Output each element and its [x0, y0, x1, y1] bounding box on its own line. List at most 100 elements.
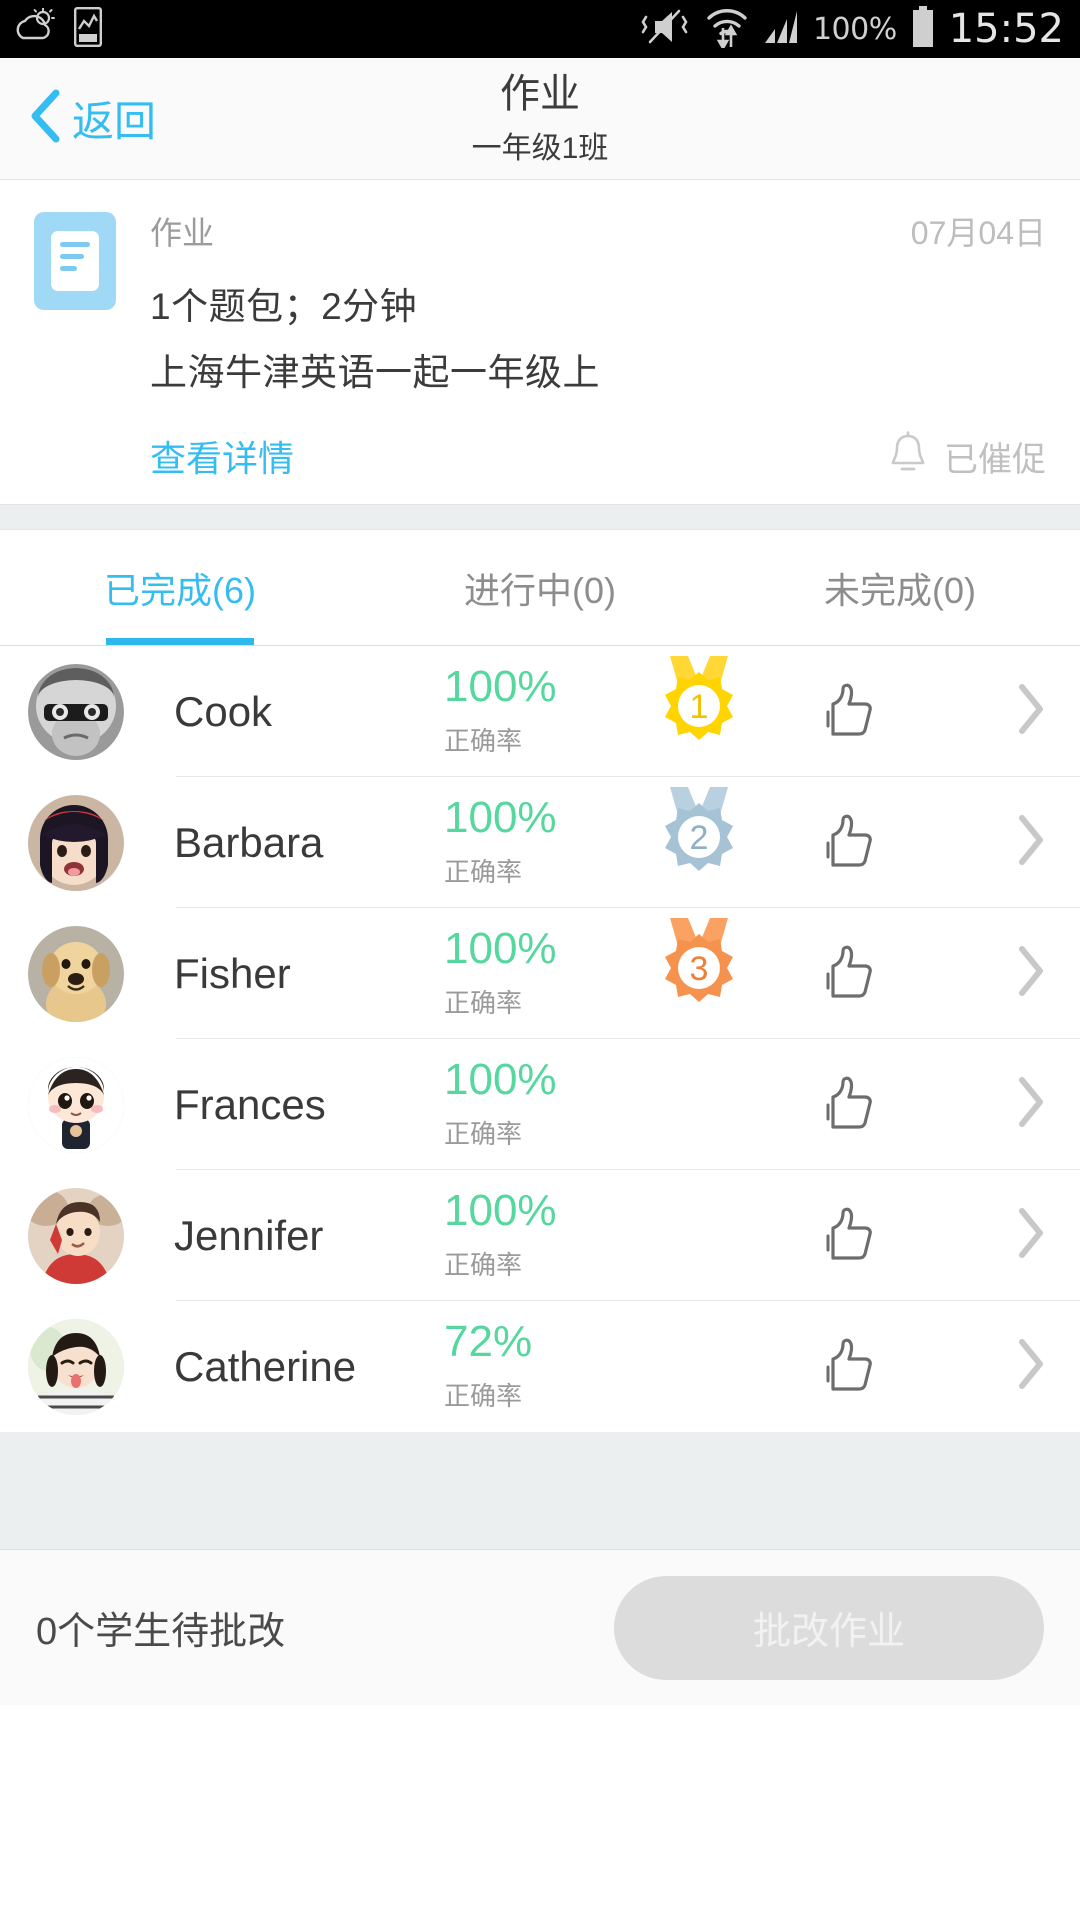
table-row[interactable]: Jennifer 100% 正确率 — [0, 1170, 1080, 1301]
svg-text:3: 3 — [690, 950, 709, 988]
avatar — [28, 1056, 124, 1153]
bell-icon — [886, 430, 930, 482]
section-divider-band — [0, 504, 1080, 530]
grade-homework-button[interactable]: 批改作业 — [614, 1575, 1044, 1680]
pending-count-label: 0个学生待批改 — [36, 1611, 286, 1653]
medal-gold-icon: 1 — [644, 655, 754, 768]
back-button[interactable]: 返回 — [28, 88, 156, 149]
table-row[interactable]: Fisher 100% 正确率 3 — [0, 908, 1080, 1039]
score-group: 100% 正确率 — [444, 1058, 624, 1151]
footer-bar: 0个学生待批改 批改作业 — [0, 1550, 1080, 1705]
accuracy-percent: 100% — [444, 1186, 557, 1235]
row-chevron[interactable] — [1016, 1207, 1046, 1264]
accuracy-label: 正确率 — [444, 726, 523, 756]
thumbs-up-icon — [813, 678, 875, 745]
like-button[interactable] — [774, 1333, 914, 1400]
weather-cloud-sun-icon — [16, 7, 56, 51]
student-name: Cook — [174, 687, 273, 735]
cellular-signal-icon — [763, 9, 799, 50]
medal-slot: 3 — [624, 917, 774, 1030]
tab-completed-label: 已完成(6) — [104, 569, 256, 611]
avatar — [28, 794, 124, 891]
row-chevron[interactable] — [1016, 814, 1046, 871]
nav-title-group: 作业 一年级1班 — [0, 58, 1080, 179]
tab-not-completed[interactable]: 未完成(0) — [720, 530, 1080, 645]
table-row[interactable]: Frances 100% 正确率 — [0, 1039, 1080, 1170]
table-row[interactable]: Cook 100% 正确率 1 — [0, 646, 1080, 777]
chevron-right-icon — [1016, 1338, 1046, 1395]
tab-in-progress[interactable]: 进行中(0) — [360, 530, 720, 645]
page-subtitle: 一年级1班 — [471, 131, 609, 165]
score-group: 100% 正确率 — [444, 796, 624, 889]
status-tabs: 已完成(6) 进行中(0) 未完成(0) — [0, 530, 1080, 646]
student-name: Frances — [174, 1080, 326, 1128]
table-row[interactable]: Barbara 100% 正确率 2 — [0, 777, 1080, 908]
wifi-data-transfer-icon — [705, 6, 749, 53]
like-button[interactable] — [774, 940, 914, 1007]
like-button[interactable] — [774, 1202, 914, 1269]
row-chevron[interactable] — [1016, 1076, 1046, 1133]
avatar — [28, 1187, 124, 1284]
accuracy-percent: 100% — [444, 662, 557, 711]
chevron-right-icon — [1016, 1207, 1046, 1264]
like-button[interactable] — [774, 678, 914, 745]
view-details-link[interactable]: 查看详情 — [150, 430, 294, 482]
nav-bar: 返回 作业 一年级1班 — [0, 58, 1080, 180]
homework-date: 07月04日 — [910, 215, 1046, 251]
avatar — [28, 1318, 124, 1415]
document-lines-icon — [34, 212, 116, 310]
urge-button[interactable]: 已催促 — [886, 430, 1046, 482]
score-group: 100% 正确率 — [444, 665, 624, 758]
medal-slot: 1 — [624, 655, 774, 768]
thumbs-up-icon — [813, 1202, 875, 1269]
homework-kind-label: 作业 — [150, 215, 215, 251]
back-label: 返回 — [72, 98, 157, 145]
tab-completed[interactable]: 已完成(6) — [0, 530, 360, 645]
chevron-right-icon — [1016, 1076, 1046, 1133]
accuracy-label: 正确率 — [444, 1381, 523, 1411]
row-chevron[interactable] — [1016, 945, 1046, 1002]
bottom-spacer — [0, 1432, 1080, 1550]
accuracy-label: 正确率 — [444, 857, 523, 887]
status-bar: 100% 15:52 — [0, 0, 1080, 58]
homework-meta-line: 1个题包；2分钟 — [150, 286, 418, 327]
medal-bronze-icon: 3 — [644, 917, 754, 1030]
chevron-right-icon — [1016, 814, 1046, 871]
tab-not-completed-label: 未完成(0) — [824, 569, 976, 611]
student-name: Catherine — [174, 1342, 357, 1390]
student-list: Cook 100% 正确率 1 Barbara 100% 正确率 2 Fishe… — [0, 646, 1080, 1432]
accuracy-label: 正确率 — [444, 988, 523, 1018]
accuracy-percent: 100% — [444, 924, 557, 973]
image-gallery-icon — [74, 6, 103, 52]
row-chevron[interactable] — [1016, 683, 1046, 740]
homework-book-line: 上海牛津英语一起一年级上 — [150, 352, 600, 393]
status-clock: 15:52 — [948, 6, 1064, 52]
score-group: 72% 正确率 — [444, 1320, 624, 1413]
like-button[interactable] — [774, 1071, 914, 1138]
thumbs-up-icon — [813, 1333, 875, 1400]
score-group: 100% 正确率 — [444, 1189, 624, 1282]
like-button[interactable] — [774, 809, 914, 876]
svg-text:2: 2 — [690, 819, 709, 857]
accuracy-percent: 100% — [444, 1055, 557, 1104]
score-group: 100% 正确率 — [444, 927, 624, 1020]
thumbs-up-icon — [813, 809, 875, 876]
chevron-right-icon — [1016, 683, 1046, 740]
urge-label: 已催促 — [944, 440, 1046, 479]
accuracy-percent: 72% — [444, 1317, 533, 1366]
chevron-left-icon — [28, 89, 62, 148]
homework-info-card: 作业 07月04日 1个题包；2分钟 上海牛津英语一起一年级上 查看详情 已催促 — [0, 180, 1080, 504]
thumbs-up-icon — [813, 940, 875, 1007]
chevron-right-icon — [1016, 945, 1046, 1002]
student-name: Fisher — [174, 949, 291, 997]
student-name: Barbara — [174, 818, 324, 866]
vibrate-mute-icon — [639, 7, 691, 52]
accuracy-label: 正确率 — [444, 1250, 523, 1280]
table-row[interactable]: Catherine 72% 正确率 — [0, 1301, 1080, 1432]
row-chevron[interactable] — [1016, 1338, 1046, 1395]
accuracy-percent: 100% — [444, 793, 557, 842]
thumbs-up-icon — [813, 1071, 875, 1138]
accuracy-label: 正确率 — [444, 1119, 523, 1149]
page-title: 作业 — [500, 71, 580, 116]
avatar — [28, 925, 124, 1022]
